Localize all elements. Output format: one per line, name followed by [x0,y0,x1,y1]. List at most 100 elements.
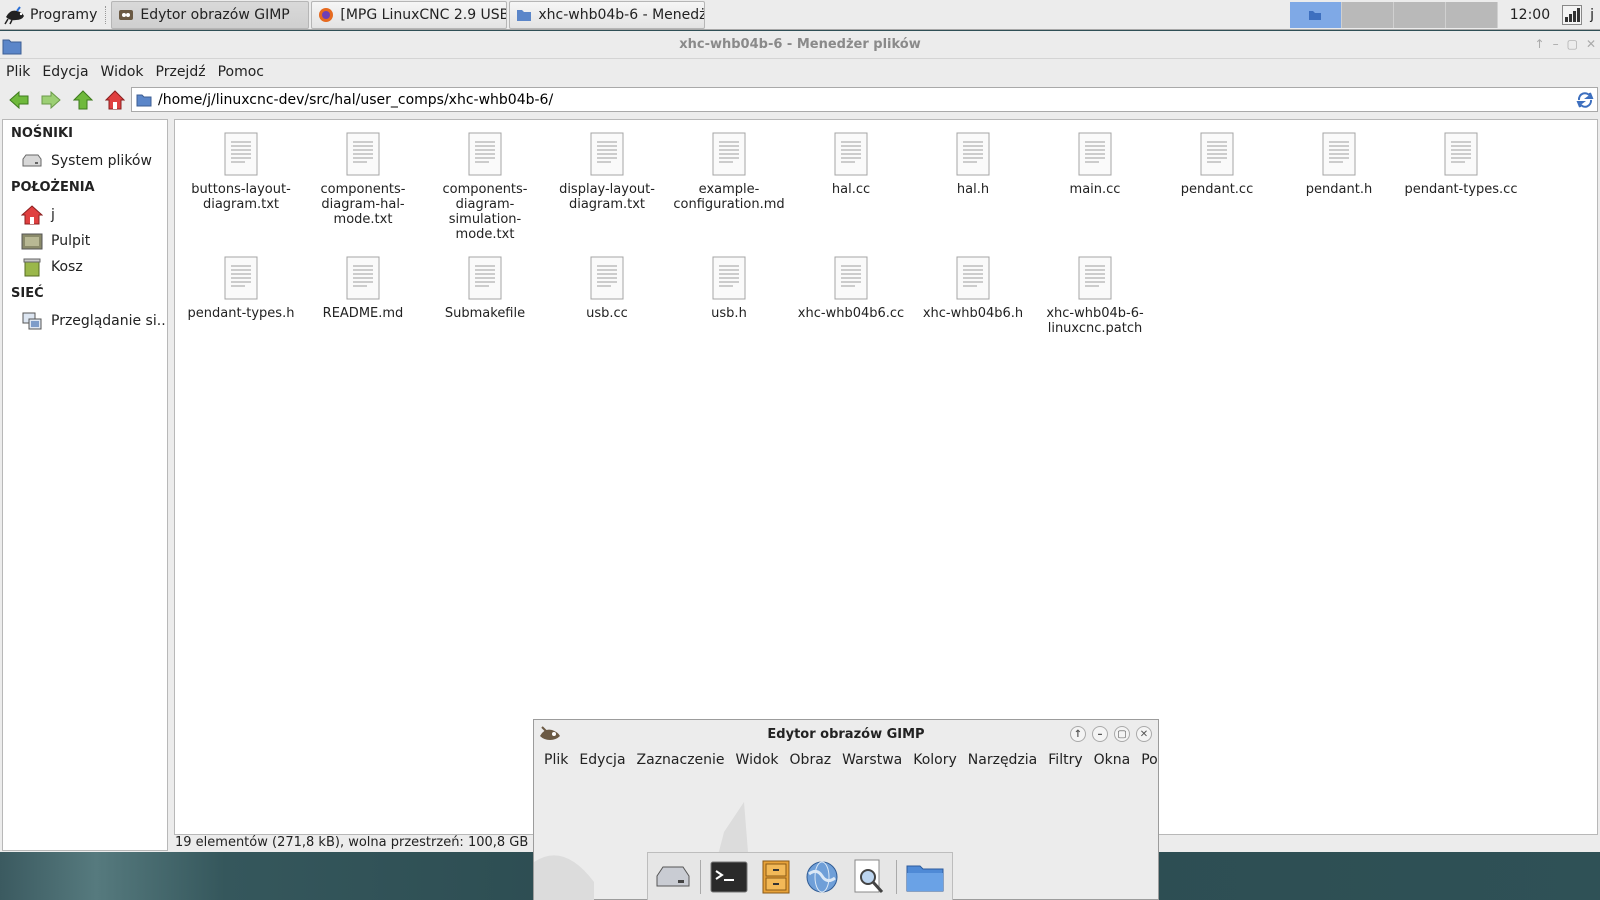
up-button[interactable] [72,89,94,111]
text-file-icon [346,132,380,176]
gimp-title-bar[interactable]: Edytor obrazów GIMP ↑ – ▢ ✕ [534,720,1158,748]
file-item[interactable]: pendant.h [1279,132,1399,197]
file-item[interactable]: xhc-whb04b-6- linuxcnc.patch [1035,256,1155,336]
clock[interactable]: 12:00 [1504,7,1556,23]
dock-terminal-launcher[interactable] [710,859,748,895]
path-input[interactable] [158,91,1576,108]
title-bar[interactable]: xhc-whb04b-6 - Menedżer plików ↑ – ▢ ✕ [0,31,1600,59]
close-button[interactable]: ✕ [1586,37,1596,51]
sidebar-item-home[interactable]: j [3,202,167,228]
gimp-menu-file[interactable]: Plik [544,752,568,768]
home-button[interactable] [104,89,126,111]
gimp-maximize-button[interactable]: ▢ [1114,726,1130,742]
task-file-manager[interactable]: xhc-whb04b-6 - Menedż... [509,0,706,29]
file-name: hal.h [956,182,990,197]
trash-icon [23,258,41,277]
shade-button[interactable]: ↑ [1535,37,1545,51]
dock-drive-launcher[interactable] [654,859,692,895]
workspace-3[interactable] [1393,1,1446,28]
back-button[interactable] [8,89,30,111]
forward-button[interactable] [40,89,62,111]
dock-browser-launcher[interactable] [803,859,841,895]
gimp-close-button[interactable]: ✕ [1136,726,1152,742]
gimp-menu-bar: Plik Edycja Zaznaczenie Widok Obraz Wars… [534,748,1158,772]
menu-file[interactable]: Plik [6,64,30,80]
workspace-2[interactable] [1341,1,1394,28]
text-file-icon [956,132,990,176]
file-item[interactable]: xhc-whb04b6.h [913,256,1033,321]
text-file-icon [1200,132,1234,176]
user-label[interactable]: j [1588,7,1600,23]
workspace-pager[interactable] [1289,1,1498,28]
applications-menu-label: Programy [30,6,98,23]
file-item[interactable]: pendant-types.cc [1401,132,1521,197]
file-item[interactable]: usb.cc [547,256,667,321]
applications-menu[interactable]: Programy [0,0,103,30]
gimp-menu-colors[interactable]: Kolory [913,752,957,768]
reload-icon[interactable] [1576,91,1594,109]
sidebar-item-desktop[interactable]: Pulpit [3,228,167,254]
file-name: xhc-whb04b6.cc [797,306,905,321]
file-name: components- diagram- simulation- mode.tx… [442,182,528,242]
file-name: Submakefile [444,306,526,321]
mouse-logo-icon [4,5,24,24]
network-icon [22,312,42,330]
file-item[interactable]: pendant-types.h [181,256,301,321]
menu-help[interactable]: Pomoc [218,64,264,80]
file-item[interactable]: buttons-layout- diagram.txt [181,132,301,212]
file-item[interactable]: hal.cc [791,132,911,197]
file-item[interactable]: display-layout- diagram.txt [547,132,667,212]
task-gimp[interactable]: Edytor obrazów GIMP [111,0,310,29]
gimp-menu-windows[interactable]: Okna [1094,752,1131,768]
gimp-menu-filters[interactable]: Filtry [1048,752,1082,768]
gimp-minimize-button[interactable]: – [1092,726,1108,742]
menu-go[interactable]: Przejdź [156,64,206,80]
gimp-menu-tools[interactable]: Narzędzia [968,752,1037,768]
gimp-menu-help[interactable]: Pomo [1141,752,1158,768]
menu-view[interactable]: Widok [101,64,144,80]
sidebar-section-places: POŁOŻENIA [11,180,95,195]
file-item[interactable]: main.cc [1035,132,1155,197]
file-name: pendant-types.cc [1404,182,1518,197]
workspace-1[interactable] [1289,1,1342,28]
file-name: xhc-whb04b-6- linuxcnc.patch [1046,306,1144,336]
file-name: xhc-whb04b6.h [922,306,1024,321]
gimp-menu-select[interactable]: Zaznaczenie [637,752,725,768]
task-browser[interactable]: [MPG LinuxCNC 2.9 USB... [311,0,508,29]
file-item[interactable]: components- diagram- simulation- mode.tx… [425,132,545,242]
file-item[interactable]: Submakefile [425,256,545,321]
home-icon [105,90,125,110]
file-item[interactable]: README.md [303,256,423,321]
dock-search-launcher[interactable] [849,859,887,895]
file-name: README.md [322,306,404,321]
gimp-menu-view[interactable]: Widok [736,752,779,768]
file-item[interactable]: pendant.cc [1157,132,1277,197]
file-item[interactable]: hal.h [913,132,1033,197]
gimp-shade-button[interactable]: ↑ [1070,726,1086,742]
dock-file-cabinet-launcher[interactable] [757,859,795,895]
network-signal-icon[interactable] [1562,4,1583,25]
file-name: usb.h [711,306,747,321]
sidebar-item-network[interactable]: Przeglądanie si... [3,308,167,334]
window-title: xhc-whb04b-6 - Menedżer plików [679,37,921,52]
menu-edit[interactable]: Edycja [42,64,88,80]
file-name: buttons-layout- diagram.txt [191,182,291,212]
file-item[interactable]: usb.h [669,256,789,321]
file-item[interactable]: components- diagram-hal- mode.txt [303,132,423,227]
arrow-right-icon [41,91,61,109]
maximize-button[interactable]: ▢ [1567,37,1578,51]
workspace-4[interactable] [1445,1,1498,28]
location-bar[interactable] [131,87,1598,112]
dock-folder-launcher[interactable] [906,859,944,895]
gimp-menu-edit[interactable]: Edycja [579,752,625,768]
file-item[interactable]: example- configuration.md [669,132,789,212]
gimp-menu-layer[interactable]: Warstwa [842,752,902,768]
minimize-button[interactable]: – [1553,37,1559,51]
text-file-icon [224,132,258,176]
file-name: pendant-types.h [187,306,295,321]
gimp-icon [119,9,134,20]
sidebar-item-filesystem[interactable]: System plików [3,148,167,174]
file-item[interactable]: xhc-whb04b6.cc [791,256,911,321]
gimp-menu-image[interactable]: Obraz [790,752,832,768]
sidebar-item-trash[interactable]: Kosz [3,254,167,280]
